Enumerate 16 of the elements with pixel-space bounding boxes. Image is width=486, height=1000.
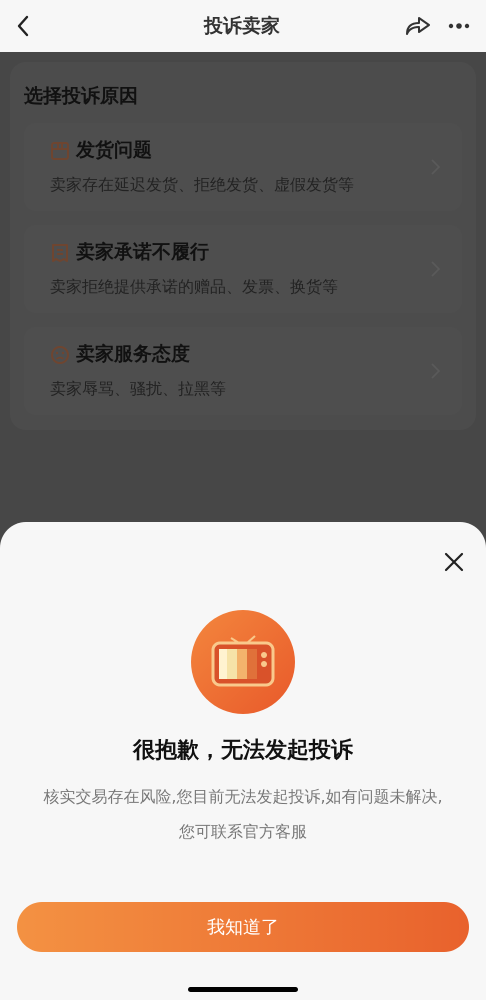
tv-icon [191, 610, 295, 714]
back-icon[interactable] [16, 15, 30, 37]
dialog-title: 很抱歉，无法发起投诉 [133, 737, 353, 765]
box-icon [50, 140, 70, 160]
page-title: 投诉卖家 [204, 14, 280, 39]
dialog-message: 核实交易存在风险,您目前无法发起投诉,如有问题未解决,您可联系官方客服 [42, 786, 444, 843]
receipt-icon [50, 242, 70, 262]
reason-title: 发货问题 [76, 138, 152, 164]
section-title: 选择投诉原因 [24, 84, 139, 109]
share-icon[interactable] [404, 14, 432, 38]
close-icon[interactable] [444, 552, 464, 572]
sad-face-icon [50, 344, 70, 364]
confirm-button[interactable]: 我知道了 [17, 902, 469, 952]
reason-title: 卖家承诺不履行 [76, 240, 209, 266]
reason-title: 卖家服务态度 [76, 342, 190, 368]
more-icon[interactable] [448, 23, 470, 29]
